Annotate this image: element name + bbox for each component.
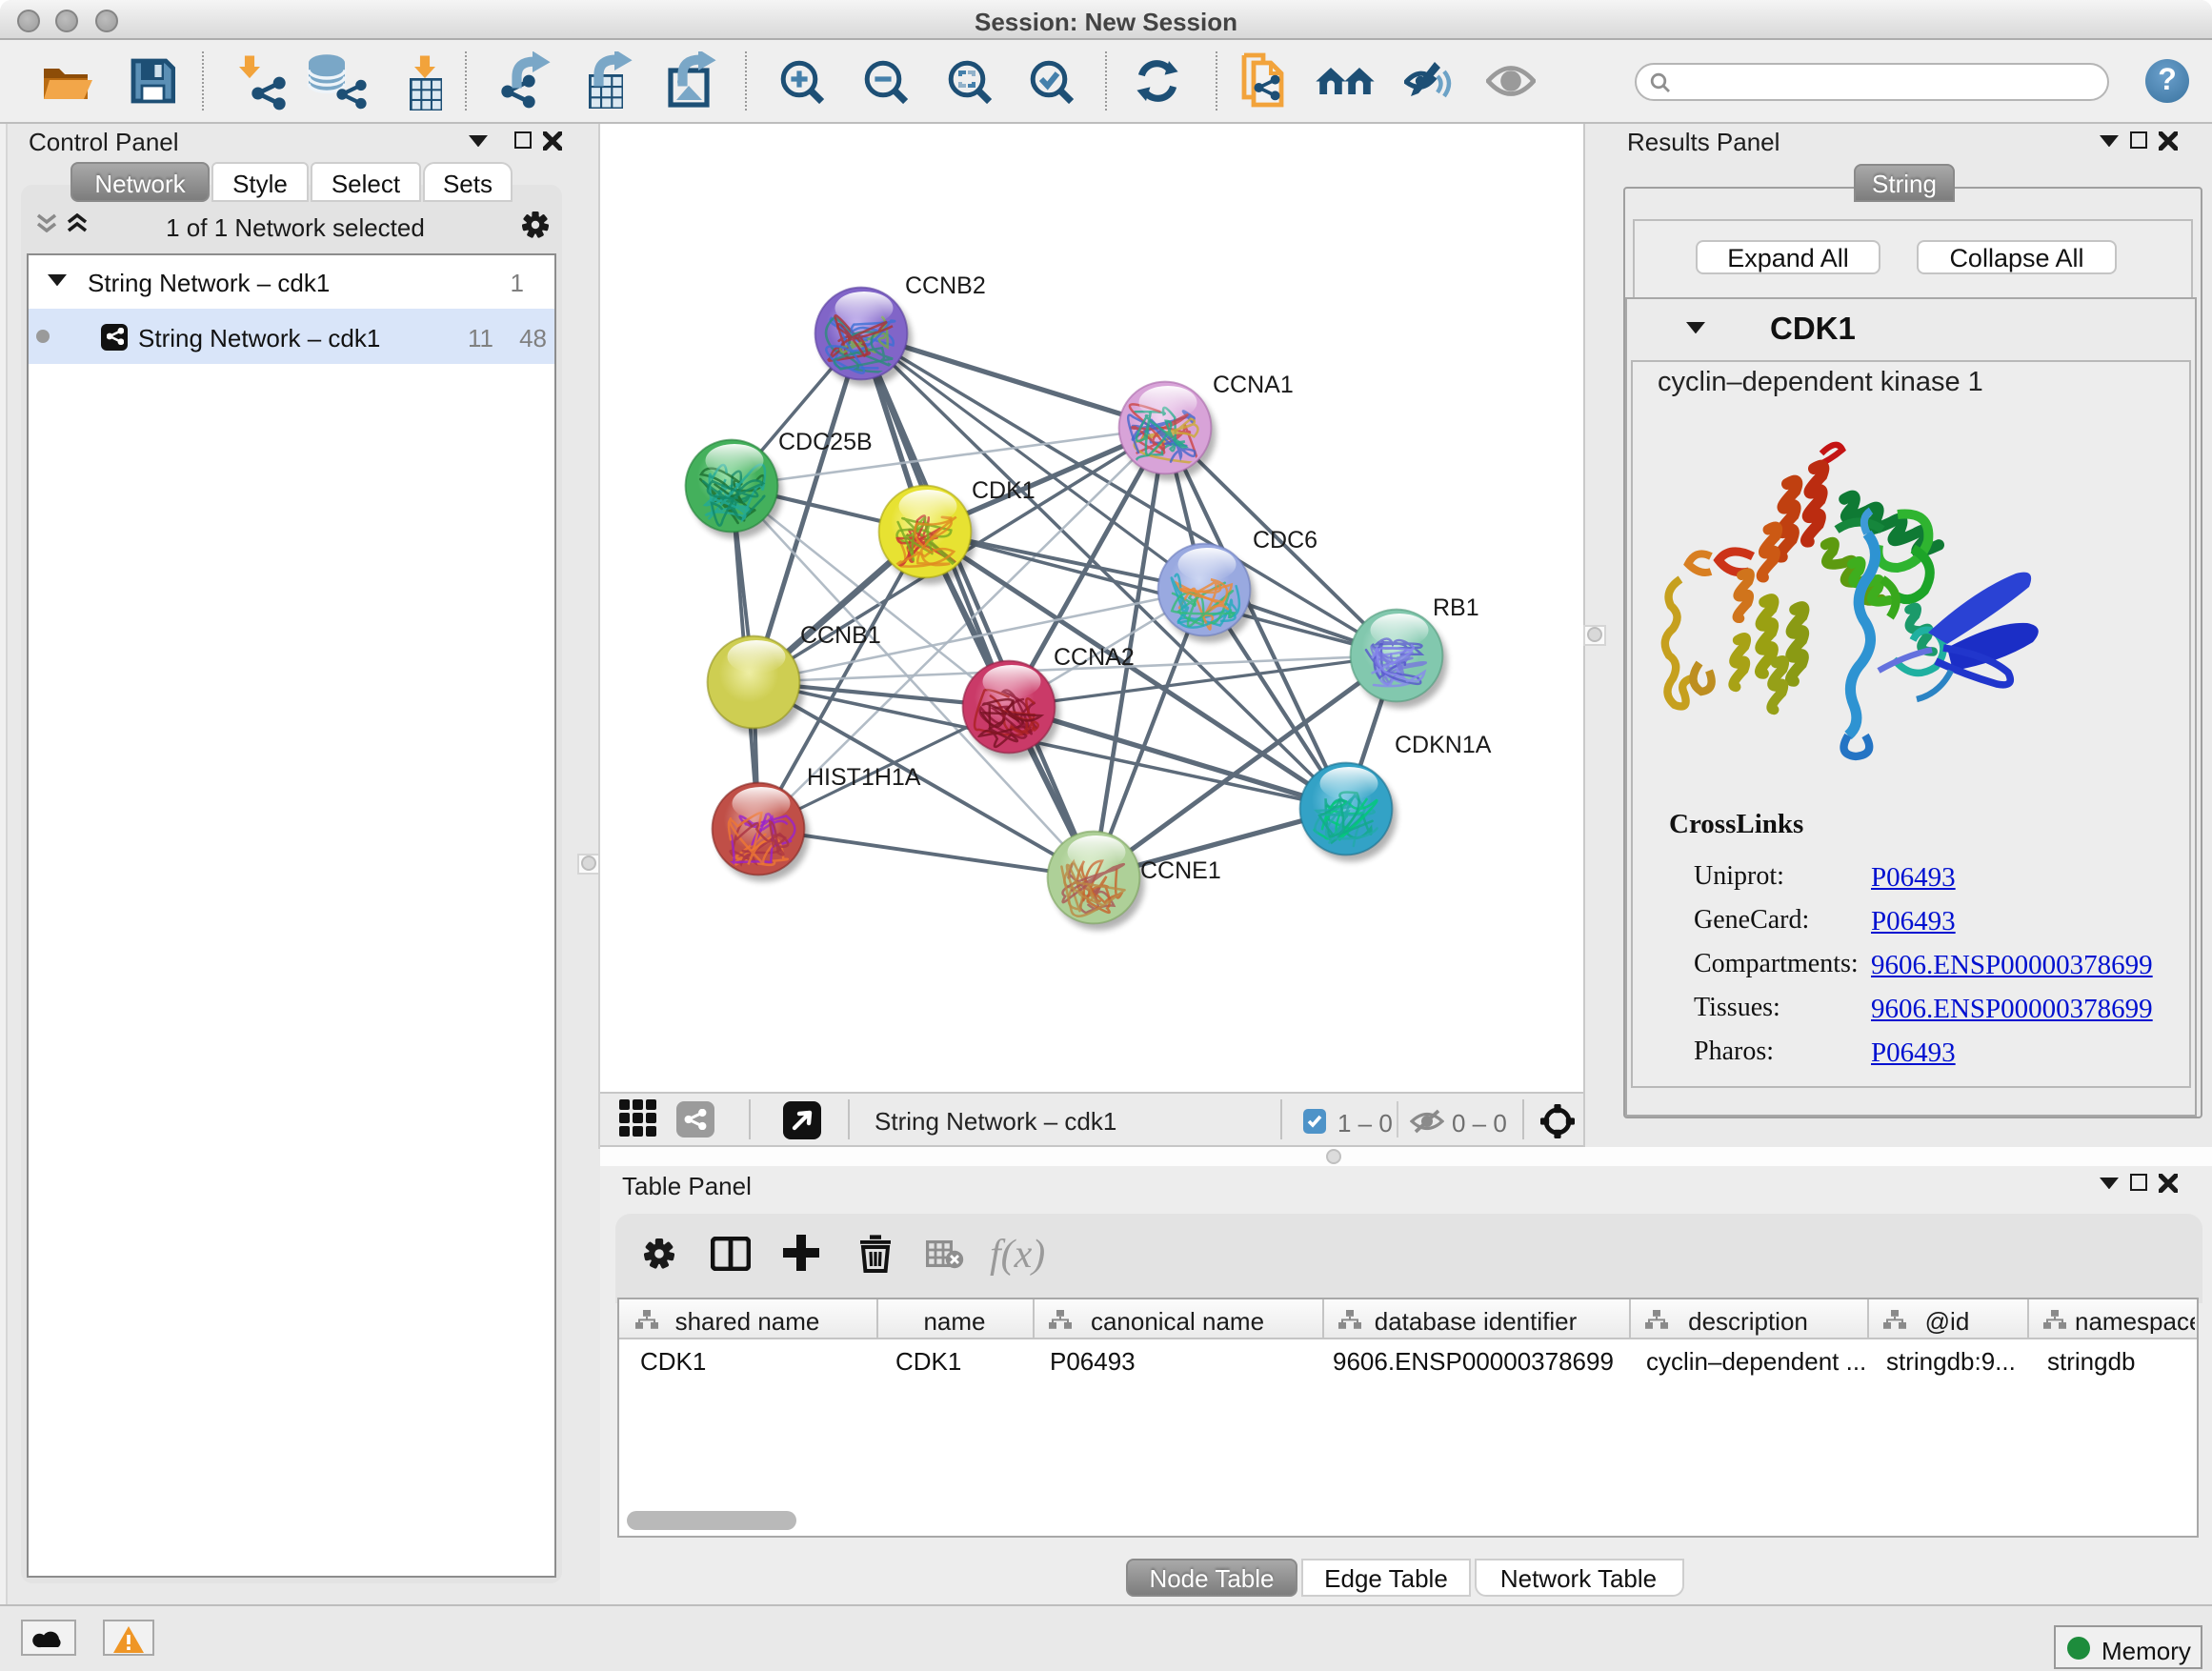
svg-text:RB1: RB1: [1432, 594, 1478, 620]
svg-text:CDKN1A: CDKN1A: [1394, 731, 1491, 757]
svg-text:CDC6: CDC6: [1252, 526, 1317, 553]
svg-text:CDC25B: CDC25B: [777, 428, 872, 454]
svg-text:CCNE1: CCNE1: [1139, 856, 1220, 883]
svg-text:HIST1H1A: HIST1H1A: [806, 763, 920, 790]
svg-text:CCNA2: CCNA2: [1053, 643, 1134, 670]
svg-text:CCNB2: CCNB2: [904, 272, 985, 298]
svg-text:CDK1: CDK1: [971, 476, 1035, 503]
svg-text:CCNA1: CCNA1: [1212, 371, 1293, 397]
svg-text:CCNB1: CCNB1: [799, 621, 880, 648]
